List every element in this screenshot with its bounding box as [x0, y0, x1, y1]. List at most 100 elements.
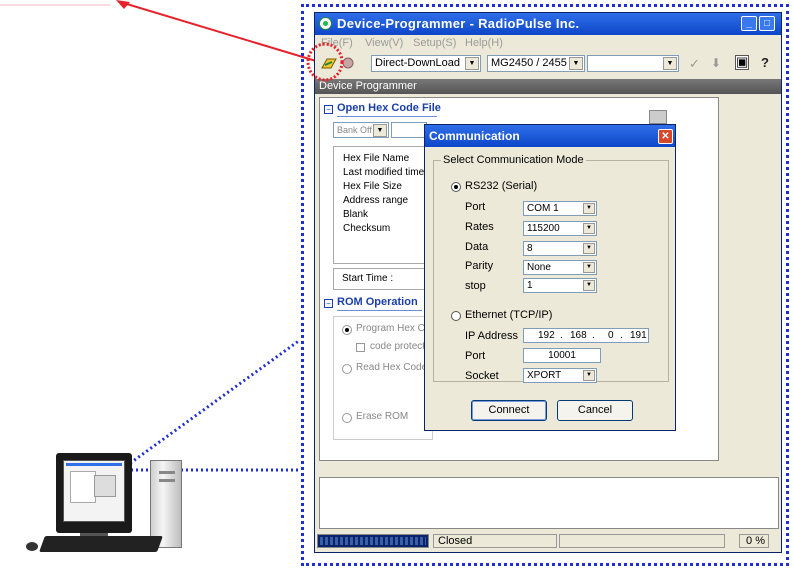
rom-op-box: Program Hex Code code protection Read He…: [333, 316, 442, 440]
panel-title-bar: Device Programmer: [315, 79, 781, 94]
menu-bar: File(F) View(V) Setup(S) Help(H): [315, 35, 781, 52]
stop-select[interactable]: 1 ▼: [523, 278, 597, 293]
collapse-icon[interactable]: −: [324, 105, 333, 114]
socket-label: Socket: [465, 370, 499, 382]
ip-octet-2: 168: [570, 330, 587, 341]
cancel-button[interactable]: Cancel: [557, 400, 633, 421]
data-value: 8: [527, 243, 533, 254]
monitor-screen: [63, 460, 125, 522]
section-underline: [337, 116, 437, 117]
save-icon[interactable]: ▣: [735, 55, 749, 70]
arrow-line: [119, 1, 327, 65]
hex-file-size-label: Hex File Size: [343, 181, 402, 192]
ip-dot: .: [592, 330, 595, 341]
chevron-down-icon: ▼: [583, 262, 595, 273]
status-bar: Closed 0 %: [315, 532, 781, 552]
port-select[interactable]: COM 1 ▼: [523, 201, 597, 216]
read-radio[interactable]: [342, 364, 352, 374]
erase-radio[interactable]: [342, 413, 352, 423]
hex-file-path-input[interactable]: [391, 122, 427, 138]
code-protect-checkbox[interactable]: [356, 343, 365, 352]
ip-octet-4: 191: [630, 330, 647, 341]
hex-section-title[interactable]: Open Hex Code File: [337, 102, 441, 114]
verify-icon[interactable]: ✓: [689, 56, 700, 72]
screen-titlebar: [66, 463, 122, 466]
start-time-label: Start Time :: [342, 273, 394, 284]
output-log[interactable]: [319, 477, 779, 529]
keyboard-image: [39, 536, 163, 552]
chevron-down-icon: ▼: [465, 57, 479, 70]
stop-value: 1: [527, 280, 533, 291]
rom-section-title[interactable]: ROM Operation: [337, 296, 418, 308]
menu-view[interactable]: View(V): [365, 37, 403, 49]
device-select[interactable]: MG2450 / 2455 ▼: [487, 55, 585, 72]
maximize-button[interactable]: □: [759, 16, 775, 31]
menu-setup[interactable]: Setup(S): [413, 37, 456, 49]
title-bar[interactable]: Device-Programmer - RadioPulse Inc. _ □: [315, 13, 781, 35]
chevron-down-icon: ▼: [663, 57, 677, 70]
rates-select[interactable]: 115200 ▼: [523, 221, 597, 236]
hex-file-name-label: Hex File Name: [343, 153, 410, 164]
mouse-image: [26, 542, 38, 551]
rates-label: Rates: [465, 221, 494, 233]
mode-value: Direct-DownLoad: [375, 57, 460, 69]
ethernet-radio[interactable]: [451, 311, 461, 321]
drive-bay: [159, 479, 175, 482]
screen-window: [70, 471, 96, 503]
progress-percent: 0 %: [739, 534, 769, 548]
toolbar: Direct-DownLoad ▼ MG2450 / 2455 ▼ ▼ ✓ ⬇ …: [315, 52, 781, 76]
connect-button[interactable]: Connect: [471, 400, 547, 421]
chevron-down-icon: ▼: [583, 280, 595, 291]
last-modified-label: Last modified time: [343, 167, 425, 178]
program-radio[interactable]: [342, 325, 352, 335]
rs232-radio[interactable]: [451, 182, 461, 192]
download-icon[interactable]: ⬇: [711, 56, 721, 70]
menu-help[interactable]: Help(H): [465, 37, 503, 49]
ip-octet-3: 0: [608, 330, 614, 341]
status-cell: [559, 534, 725, 548]
close-icon[interactable]: ✕: [658, 129, 673, 144]
chevron-down-icon: ▼: [569, 57, 583, 70]
callout-line-upper: [117, 338, 301, 474]
dialog-title[interactable]: Communication: [425, 125, 675, 147]
socket-select[interactable]: XPORT ▼: [523, 368, 597, 383]
start-time-box: Start Time :: [333, 268, 433, 290]
group-label: Select Communication Mode: [441, 154, 586, 166]
bank-select[interactable]: Bank Off ▼: [333, 122, 389, 138]
drive-bay: [159, 471, 175, 474]
blank-label: Blank: [343, 209, 369, 220]
data-label: Data: [465, 241, 489, 253]
chevron-down-icon: ▼: [583, 370, 595, 381]
window-title: Device-Programmer - RadioPulse Inc.: [337, 16, 580, 31]
connection-status: Closed: [433, 534, 557, 548]
data-select[interactable]: 8 ▼: [523, 241, 597, 256]
ip-address-input[interactable]: 192 . 168 . 0 . 191: [523, 328, 649, 343]
progress-indicator: [317, 534, 429, 548]
port-value: COM 1: [527, 203, 559, 214]
parity-select[interactable]: None ▼: [523, 260, 597, 275]
collapse-icon[interactable]: −: [324, 299, 333, 308]
bank-value: Bank Off: [337, 125, 372, 135]
erase-label: Erase ROM: [356, 411, 409, 422]
communication-dialog: Communication ✕ Select Communication Mod…: [424, 124, 676, 431]
minimize-button[interactable]: _: [741, 16, 757, 31]
parity-label: Parity: [465, 260, 494, 272]
rates-value: 115200: [527, 223, 560, 234]
socket-value: XPORT: [527, 370, 562, 381]
chevron-down-icon: ▼: [583, 223, 595, 234]
device-value: MG2450 / 2455: [491, 57, 567, 69]
ip-octet-1: 192: [538, 330, 555, 341]
help-icon[interactable]: ?: [761, 55, 769, 70]
browse-button[interactable]: [649, 110, 667, 124]
stop-label: stop: [465, 280, 486, 292]
ethernet-port-input[interactable]: 10001: [523, 348, 601, 363]
extra-select[interactable]: ▼: [587, 55, 679, 72]
section-underline: [337, 310, 422, 311]
pc-tower-image: [150, 460, 182, 548]
port-label: Port: [465, 201, 486, 213]
ip-dot: .: [560, 330, 563, 341]
mode-select[interactable]: Direct-DownLoad ▼: [371, 55, 481, 72]
app-icon: [319, 17, 332, 30]
address-range-label: Address range: [343, 195, 409, 206]
highlight-circle: [306, 42, 344, 82]
